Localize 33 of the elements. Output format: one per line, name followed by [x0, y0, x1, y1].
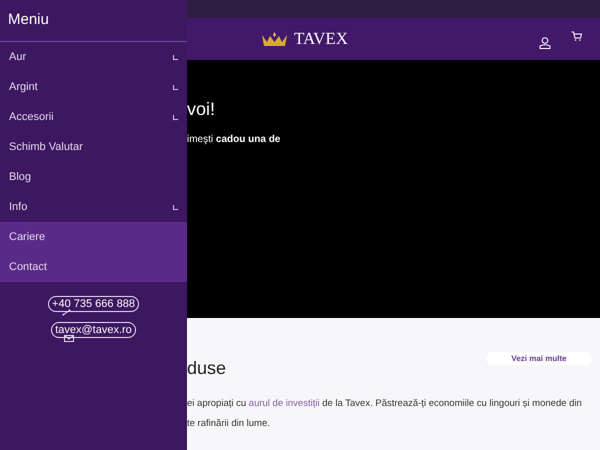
investment-link[interactable]: aurul de investiții	[248, 398, 320, 409]
menu-item-label: Cariere	[9, 230, 46, 245]
menu-item[interactable]: Accesorii	[0, 102, 187, 132]
caret-icon	[173, 84, 178, 90]
phone-link[interactable]: +40 735 666 888	[48, 296, 139, 312]
menu-item-label: Schimb Valutar	[9, 140, 83, 155]
menu-item[interactable]: Info	[0, 192, 187, 222]
cart-icon[interactable]	[571, 31, 582, 41]
menu-item[interactable]: Blog	[0, 162, 187, 192]
menu-item[interactable]: Cariere	[0, 222, 187, 252]
menu-item[interactable]: Aur	[0, 42, 187, 72]
menu-item[interactable]: Contact	[0, 252, 187, 282]
logo-text: TAVEX	[294, 28, 348, 50]
menu-item-label: Argint	[9, 80, 38, 95]
caret-icon	[173, 54, 178, 60]
email-link[interactable]: tavex@tavex.ro	[51, 322, 136, 338]
menu-item[interactable]: Schimb Valutar	[0, 132, 187, 162]
caret-icon	[173, 114, 178, 120]
hero-text: imeşti cadou una de	[187, 133, 282, 147]
hero-heading: voi!	[187, 98, 216, 120]
menu-item-label: Contact	[9, 260, 47, 275]
user-icon[interactable]	[539, 37, 551, 49]
menu-item-label: Blog	[9, 170, 32, 185]
section-heading: duse	[187, 357, 226, 380]
see-more-button[interactable]: Vezi mai multe	[486, 352, 592, 365]
menu-item-label: Accesorii	[9, 110, 54, 125]
crown-logo-icon	[261, 30, 288, 48]
mail-icon	[64, 335, 74, 342]
menu-item-label: Info	[9, 200, 28, 215]
section-paragraph: ei apropiați cu aurul de investiții de la Tavex. Păstrează-ți economiile cu lingouri și monede din te rafinării din lume.	[187, 397, 583, 431]
caret-icon	[173, 204, 178, 210]
menu-item-label: Aur	[9, 50, 26, 65]
menu-item[interactable]: Argint	[0, 72, 187, 102]
